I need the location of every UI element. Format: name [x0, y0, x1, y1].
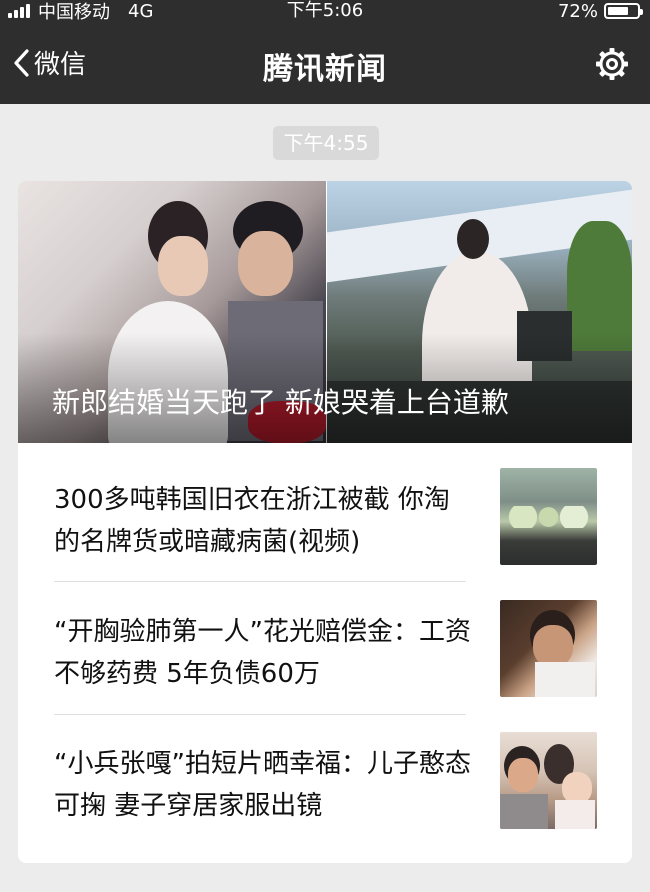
- news-item-1[interactable]: 300多吨韩国旧衣在浙江被截 你淘的名牌货或暗藏病菌(视频): [54, 468, 632, 609]
- battery-percent: 72%: [557, 0, 598, 22]
- hero-article[interactable]: 新郎结婚当天跑了 新娘哭着上台道歉: [18, 181, 632, 443]
- status-time: 下午5:06: [286, 0, 364, 21]
- divider: [54, 581, 466, 582]
- news-card: 新郎结婚当天跑了 新娘哭着上台道歉 300多吨韩国旧衣在浙江被截 你淘的名牌货或…: [18, 181, 632, 863]
- news-item-2-headline: “开胸验肺第一人”花光赔偿金：工资不够药费 5年负债60万: [54, 617, 471, 689]
- page-title: 腾讯新闻: [263, 52, 387, 87]
- message-timestamp: 下午4:55: [273, 126, 379, 160]
- news-item-2[interactable]: “开胸验肺第一人”花光赔偿金：工资不够药费 5年负债60万: [54, 600, 632, 741]
- news-item-3-thumbnail: [500, 732, 597, 829]
- divider: [54, 714, 466, 715]
- gear-icon: [596, 48, 628, 80]
- battery-icon: [604, 3, 643, 19]
- news-item-1-headline: 300多吨韩国旧衣在浙江被截 你淘的名牌货或暗藏病菌(视频): [54, 485, 450, 557]
- nav-bar: 微信 腾讯新闻: [0, 22, 650, 104]
- news-item-3-headline: “小兵张嘎”拍短片晒幸福：儿子憨态可掬 妻子穿居家服出镜: [54, 749, 471, 821]
- status-bar: 中国移动 4G 下午5:06 72%: [0, 0, 650, 23]
- news-item-2-thumbnail: [500, 600, 597, 697]
- news-item-3[interactable]: “小兵张嘎”拍短片晒幸福：儿子憨态可掬 妻子穿居家服出镜: [54, 732, 632, 863]
- hero-headline: 新郎结婚当天跑了 新娘哭着上台道歉: [52, 386, 509, 419]
- settings-button[interactable]: [594, 46, 630, 86]
- news-item-1-thumbnail: [500, 468, 597, 565]
